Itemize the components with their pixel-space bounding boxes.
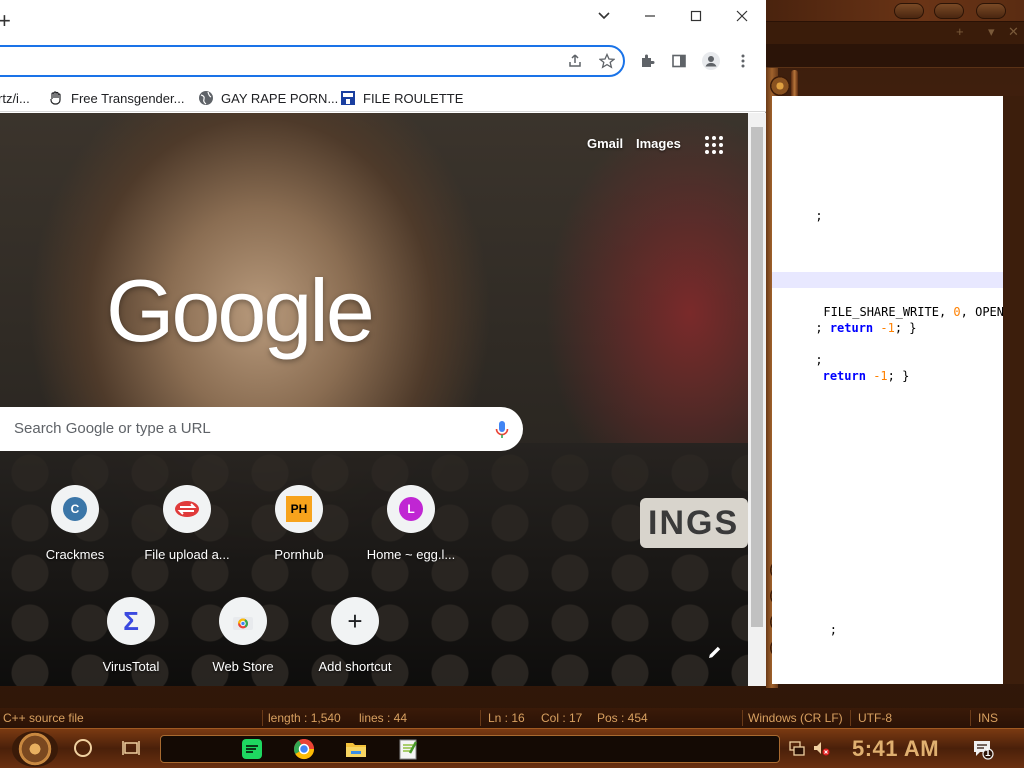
page-scrollbar[interactable] bbox=[748, 113, 766, 686]
close-button[interactable] bbox=[976, 3, 1006, 19]
status-length: length : 1,540 bbox=[268, 711, 341, 725]
toolbar bbox=[0, 38, 766, 84]
chrome-icon[interactable] bbox=[292, 737, 316, 761]
taskbar: 5:41 AM 1 bbox=[0, 728, 1024, 768]
customize-pencil-icon[interactable] bbox=[707, 644, 723, 660]
chevron-down-icon[interactable]: ▾ bbox=[988, 24, 995, 40]
add-shortcut-button[interactable]: + Add shortcut bbox=[305, 597, 405, 674]
shortcut-file-upload[interactable]: File upload a... bbox=[137, 485, 237, 562]
code-editor[interactable]: ; FILE_SHARE_WRITE, 0, OPEN_EX ; return … bbox=[772, 96, 1003, 684]
new-tab-button[interactable]: + bbox=[0, 10, 16, 32]
start-button[interactable] bbox=[12, 731, 58, 767]
notepadpp-toolbar bbox=[766, 44, 1024, 68]
notepadpp-titlebar[interactable] bbox=[766, 0, 1024, 22]
notepadpp-icon[interactable] bbox=[396, 737, 420, 761]
google-logo: Google bbox=[106, 261, 375, 360]
background-sign: INGS bbox=[640, 498, 748, 548]
bookmark-item[interactable]: GAY RAPE PORN... bbox=[198, 88, 338, 108]
maximize-icon bbox=[690, 10, 702, 22]
bookmarks-bar: rtz/i... Free Transgender... GAY RAPE PO… bbox=[0, 84, 766, 112]
task-view-icon[interactable] bbox=[122, 739, 140, 757]
shortcut-pornhub[interactable]: PH Pornhub bbox=[249, 485, 349, 562]
tab-strip: + bbox=[0, 0, 766, 38]
volume-muted-icon[interactable] bbox=[812, 739, 830, 757]
editor-scrollbar[interactable] bbox=[1003, 96, 1024, 684]
scrollbar-thumb[interactable] bbox=[751, 127, 763, 627]
close-icon bbox=[736, 10, 748, 22]
mft-icon bbox=[341, 91, 355, 105]
plus-icon[interactable]: + bbox=[956, 24, 964, 39]
minimize-button[interactable] bbox=[632, 4, 668, 28]
code-line: return -1; } bbox=[822, 369, 910, 383]
status-encoding[interactable]: UTF-8 bbox=[858, 711, 892, 725]
clock[interactable]: 5:41 AM bbox=[852, 736, 939, 762]
code-line: ; bbox=[815, 353, 823, 367]
egg-letter-icon: L bbox=[399, 497, 423, 521]
notepadpp-menubar: + ▾ ✕ bbox=[766, 22, 1024, 44]
status-lines: lines : 44 bbox=[359, 711, 408, 725]
code-line: ; bbox=[815, 209, 823, 223]
bookmark-item[interactable]: FILE ROULETTE bbox=[340, 88, 463, 108]
gmail-link[interactable]: Gmail bbox=[587, 136, 623, 151]
status-line-number: Ln : 16 bbox=[488, 711, 525, 725]
network-icon[interactable] bbox=[788, 739, 806, 757]
status-insert-mode: INS bbox=[978, 711, 999, 725]
search-input[interactable]: Search Google or type a URL bbox=[0, 407, 523, 451]
current-line-highlight bbox=[772, 272, 1003, 288]
bookmark-star-icon[interactable] bbox=[598, 52, 616, 70]
bookmark-item[interactable]: rtz/i... bbox=[0, 88, 30, 108]
maximize-button[interactable] bbox=[678, 4, 714, 28]
microphone-icon[interactable] bbox=[494, 420, 510, 440]
plus-icon: + bbox=[347, 606, 363, 636]
status-position: Pos : 454 bbox=[597, 711, 648, 725]
code-line: ; bbox=[815, 623, 838, 637]
pornhub-icon: PH bbox=[286, 496, 312, 522]
tab-search-button[interactable] bbox=[586, 4, 622, 28]
search-circle-icon[interactable] bbox=[74, 739, 92, 757]
status-eol[interactable]: Windows (CR LF) bbox=[748, 711, 843, 725]
bookmark-item[interactable]: Free Transgender... bbox=[48, 88, 184, 108]
code-line: FILE_SHARE_WRITE, 0, OPEN_EX bbox=[823, 305, 1003, 319]
maximize-button[interactable] bbox=[934, 3, 964, 19]
address-bar[interactable] bbox=[0, 45, 625, 77]
close-icon[interactable]: ✕ bbox=[1008, 24, 1019, 40]
code-line: ; return -1; } bbox=[815, 321, 917, 335]
share-icon[interactable] bbox=[566, 52, 584, 70]
google-apps-icon[interactable] bbox=[705, 136, 723, 154]
chrome-window: + rtz/i... Free Transgender... GAY RAPE … bbox=[0, 0, 766, 686]
extensions-icon[interactable] bbox=[638, 52, 656, 70]
file-explorer-icon[interactable] bbox=[344, 737, 368, 761]
gear-icon bbox=[770, 76, 790, 96]
file-upload-icon bbox=[175, 501, 199, 517]
hand-icon bbox=[50, 91, 61, 105]
shortcut-virustotal[interactable]: Σ VirusTotal bbox=[81, 597, 181, 674]
profile-avatar-icon[interactable] bbox=[702, 52, 720, 70]
side-panel-icon[interactable] bbox=[670, 52, 688, 70]
shortcut-home-egg[interactable]: L Home ~ egg.l... bbox=[361, 485, 461, 562]
shortcut-crackmes[interactable]: C Crackmes bbox=[25, 485, 125, 562]
action-center-icon[interactable]: 1 bbox=[972, 738, 994, 760]
chevron-down-icon bbox=[598, 12, 610, 20]
web-store-icon bbox=[233, 617, 253, 630]
status-file-type: C++ source file bbox=[3, 711, 84, 725]
crackmes-icon: C bbox=[63, 497, 87, 521]
minimize-button[interactable] bbox=[894, 3, 924, 19]
search-placeholder: Search Google or type a URL bbox=[14, 420, 211, 437]
images-link[interactable]: Images bbox=[636, 136, 681, 151]
status-column: Col : 17 bbox=[541, 711, 583, 725]
notification-count: 1 bbox=[985, 748, 991, 759]
virustotal-icon: Σ bbox=[123, 606, 139, 636]
shortcut-web-store[interactable]: Web Store bbox=[193, 597, 293, 674]
spotify-icon[interactable] bbox=[240, 737, 264, 761]
more-menu-icon[interactable] bbox=[734, 52, 752, 70]
notepadpp-statusbar: C++ source file length : 1,540 lines : 4… bbox=[0, 708, 1024, 728]
close-button[interactable] bbox=[724, 4, 760, 28]
minimize-icon bbox=[645, 15, 655, 17]
globe-icon bbox=[199, 91, 213, 105]
